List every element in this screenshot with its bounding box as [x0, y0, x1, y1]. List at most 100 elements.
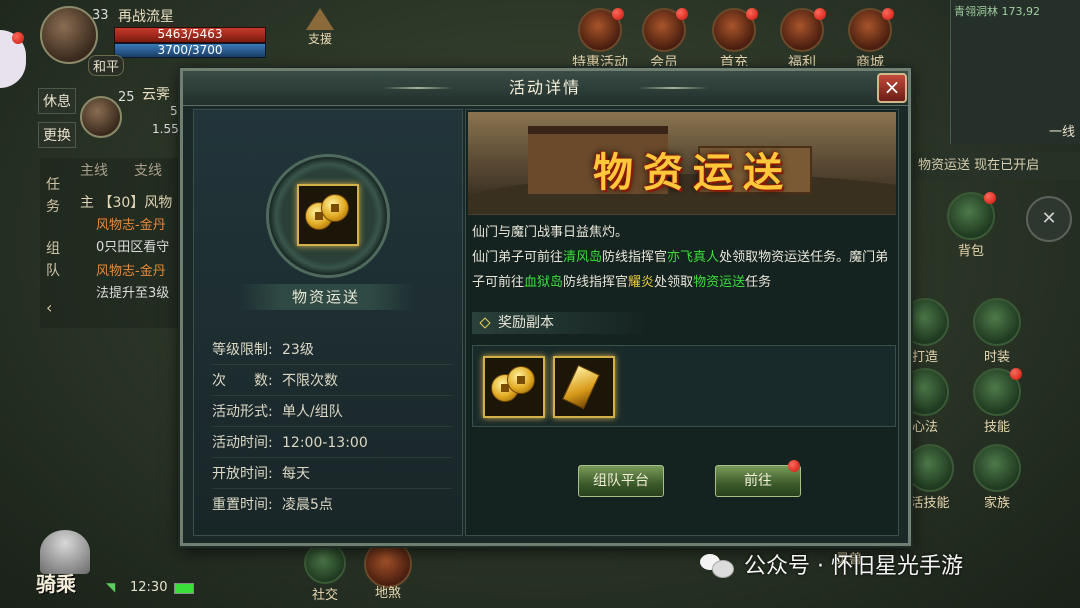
info-key: 次 数: — [212, 373, 273, 389]
info-row-form: 活动形式: 单人/组队 — [212, 398, 452, 427]
close-icon: × — [883, 75, 901, 99]
task-line[interactable]: 风物志-金丹 — [96, 214, 166, 233]
info-key: 活动形式: — [212, 404, 273, 420]
activity-name: 物资运送 — [238, 284, 414, 310]
tab-side-quest[interactable]: 支线 — [134, 160, 162, 180]
arrow-up-icon — [306, 8, 334, 30]
location-link: 血狱岛 — [524, 275, 564, 290]
player-mp-bar: 3700/3700 — [114, 43, 266, 58]
minimap[interactable]: 青翎洞林 173,92 一线 — [950, 0, 1080, 144]
info-key: 开放时间: — [212, 466, 273, 482]
info-key: 重置时间: — [212, 497, 273, 513]
side-tab-tasks[interactable]: 任务 — [46, 174, 62, 218]
task-line: 0只田区看守 — [96, 240, 170, 255]
side-tab-team[interactable]: 组队 — [46, 238, 62, 282]
info-value: 12:00-13:00 — [282, 435, 368, 451]
task-link: 物资运送 — [693, 275, 746, 290]
info-row-open: 开放时间: 每天 — [212, 460, 452, 489]
social-icon — [304, 542, 346, 584]
pk-mode-button[interactable]: 和平 — [88, 55, 125, 76]
reward-header: 奖励副本 — [472, 312, 648, 334]
gold-ingot-icon[interactable] — [553, 356, 615, 418]
player-level: 33 — [92, 8, 109, 23]
guild-icon — [973, 444, 1021, 492]
info-value: 凌晨5点 — [282, 497, 333, 513]
minimap-coords: 青翎洞林 173,92 — [954, 5, 1040, 18]
info-value: 不限次数 — [282, 373, 338, 389]
pet-hp-value: 5 — [170, 104, 178, 118]
social-button[interactable]: 社交 — [302, 542, 348, 603]
tab-main-quest[interactable]: 主线 — [80, 160, 108, 180]
life-skill-icon — [906, 444, 954, 492]
gold-coins-icon[interactable] — [483, 356, 545, 418]
mount-label: 骑乘 — [36, 572, 76, 596]
info-row-reset: 重置时间: 凌晨5点 — [212, 491, 452, 519]
bag-button[interactable]: 背包 — [946, 192, 996, 259]
task-line[interactable]: 风物志-金丹 — [96, 260, 166, 279]
activity-notice[interactable]: 物资运送 现在已开启 — [910, 152, 1080, 180]
clock-time: 12:30 — [130, 580, 168, 595]
activity-description: 仙门与魔门战事日益焦灼。 仙门弟子可前往清风岛防线指挥官亦飞真人处领取物资运送任… — [472, 220, 892, 300]
close-button[interactable]: × — [877, 73, 907, 103]
pet-portrait[interactable] — [80, 96, 122, 138]
activity-info-panel: 物资运送 等级限制: 23级 次 数: 不限次数 活动形式: 单人/组队 活动时间: 1… — [193, 109, 463, 536]
pet-name: 云霁 — [142, 87, 170, 103]
info-key: 等级限制: — [212, 342, 273, 358]
info-value: 23级 — [282, 342, 314, 358]
notification-dot — [12, 32, 24, 44]
avatar-badge[interactable] — [0, 30, 26, 88]
team-platform-button[interactable]: 组队平台 — [578, 465, 664, 497]
channel-label[interactable]: 一线 — [1049, 121, 1075, 140]
wifi-icon: ◥ — [106, 580, 116, 594]
location-link: 清风岛 — [563, 250, 603, 265]
player-name: 再战流星 — [118, 9, 174, 25]
npc-link: 耀炎 — [628, 275, 655, 290]
reward-header-label: 奖励副本 — [498, 315, 554, 331]
info-key: 活动时间: — [212, 435, 273, 451]
collapse-arrow-icon[interactable]: ‹ — [46, 298, 52, 317]
description-body: 仙门弟子可前往清风岛防线指挥官亦飞真人处领取物资运送任务。魔门弟子可前往血狱岛防… — [472, 250, 889, 290]
activity-detail-panel: 物资运送 仙门与魔门战事日益焦灼。 仙门弟子可前往清风岛防线指挥官亦飞真人处领取… — [465, 109, 899, 536]
info-row-times: 次 数: 不限次数 — [212, 367, 452, 396]
tab-shop[interactable]: 商城 — [840, 8, 900, 72]
swap-button[interactable]: 更换 — [38, 122, 76, 148]
info-value: 单人/组队 — [282, 404, 343, 420]
map-button[interactable]: 地煞 — [360, 540, 416, 601]
battery-icon — [174, 583, 194, 594]
player-hp-bar: 5463/5463 — [114, 27, 266, 43]
banner-title: 物资运送 — [593, 149, 793, 196]
info-row-time: 活动时间: 12:00-13:00 — [212, 429, 452, 458]
tab-first-pay[interactable]: 首充 — [704, 8, 764, 72]
info-value: 每天 — [282, 466, 310, 482]
pet-level: 25 — [118, 90, 135, 105]
top-icon-row: 特惠活动 会员 首充 福利 商城 — [570, 8, 910, 71]
activity-detail-dialog: 活动详情 × 物资运送 等级限制: 23级 次 数: 不限次数 活动形式: 单人/组队… — [180, 68, 911, 546]
go-button[interactable]: 前往 — [715, 465, 801, 497]
skill-button[interactable]: 技能 — [972, 368, 1022, 435]
diamond-icon — [479, 317, 491, 329]
wechat-icon — [700, 552, 734, 578]
notification-dot — [788, 460, 800, 472]
map-icon — [364, 540, 412, 588]
pet-mp-value: 1.55 — [152, 122, 179, 136]
fashion-button[interactable]: 时装 — [972, 298, 1022, 365]
shrink-icon[interactable]: ✕ — [1026, 196, 1072, 242]
tab-vip[interactable]: 会员 — [634, 8, 694, 72]
guild-button[interactable]: 家族 — [972, 444, 1022, 511]
task-line: 法提升至3级 — [96, 286, 170, 301]
fashion-icon — [973, 298, 1021, 346]
task-panel: 主线 支线 任务 组队 ‹ 主 【30】风物 风物志-金丹 0只田区看守 风物志… — [40, 158, 185, 328]
player-portrait[interactable] — [40, 6, 98, 64]
dialog-title: 活动详情 — [508, 78, 581, 97]
tab-special-offer[interactable]: 特惠活动 — [570, 8, 630, 72]
support-label: 支援 — [307, 32, 332, 46]
reward-list — [472, 345, 896, 427]
task-line[interactable]: 主 【30】风物 — [80, 192, 172, 212]
tab-welfare[interactable]: 福利 — [772, 8, 832, 72]
mount-button[interactable]: 骑乘 — [30, 530, 100, 600]
rest-button[interactable]: 休息 — [38, 88, 76, 114]
description-line: 仙门与魔门战事日益焦灼。 — [472, 225, 629, 240]
support-button[interactable]: 支援 — [298, 8, 342, 54]
npc-link: 亦飞真人 — [667, 250, 720, 265]
activity-banner: 物资运送 — [468, 112, 896, 215]
